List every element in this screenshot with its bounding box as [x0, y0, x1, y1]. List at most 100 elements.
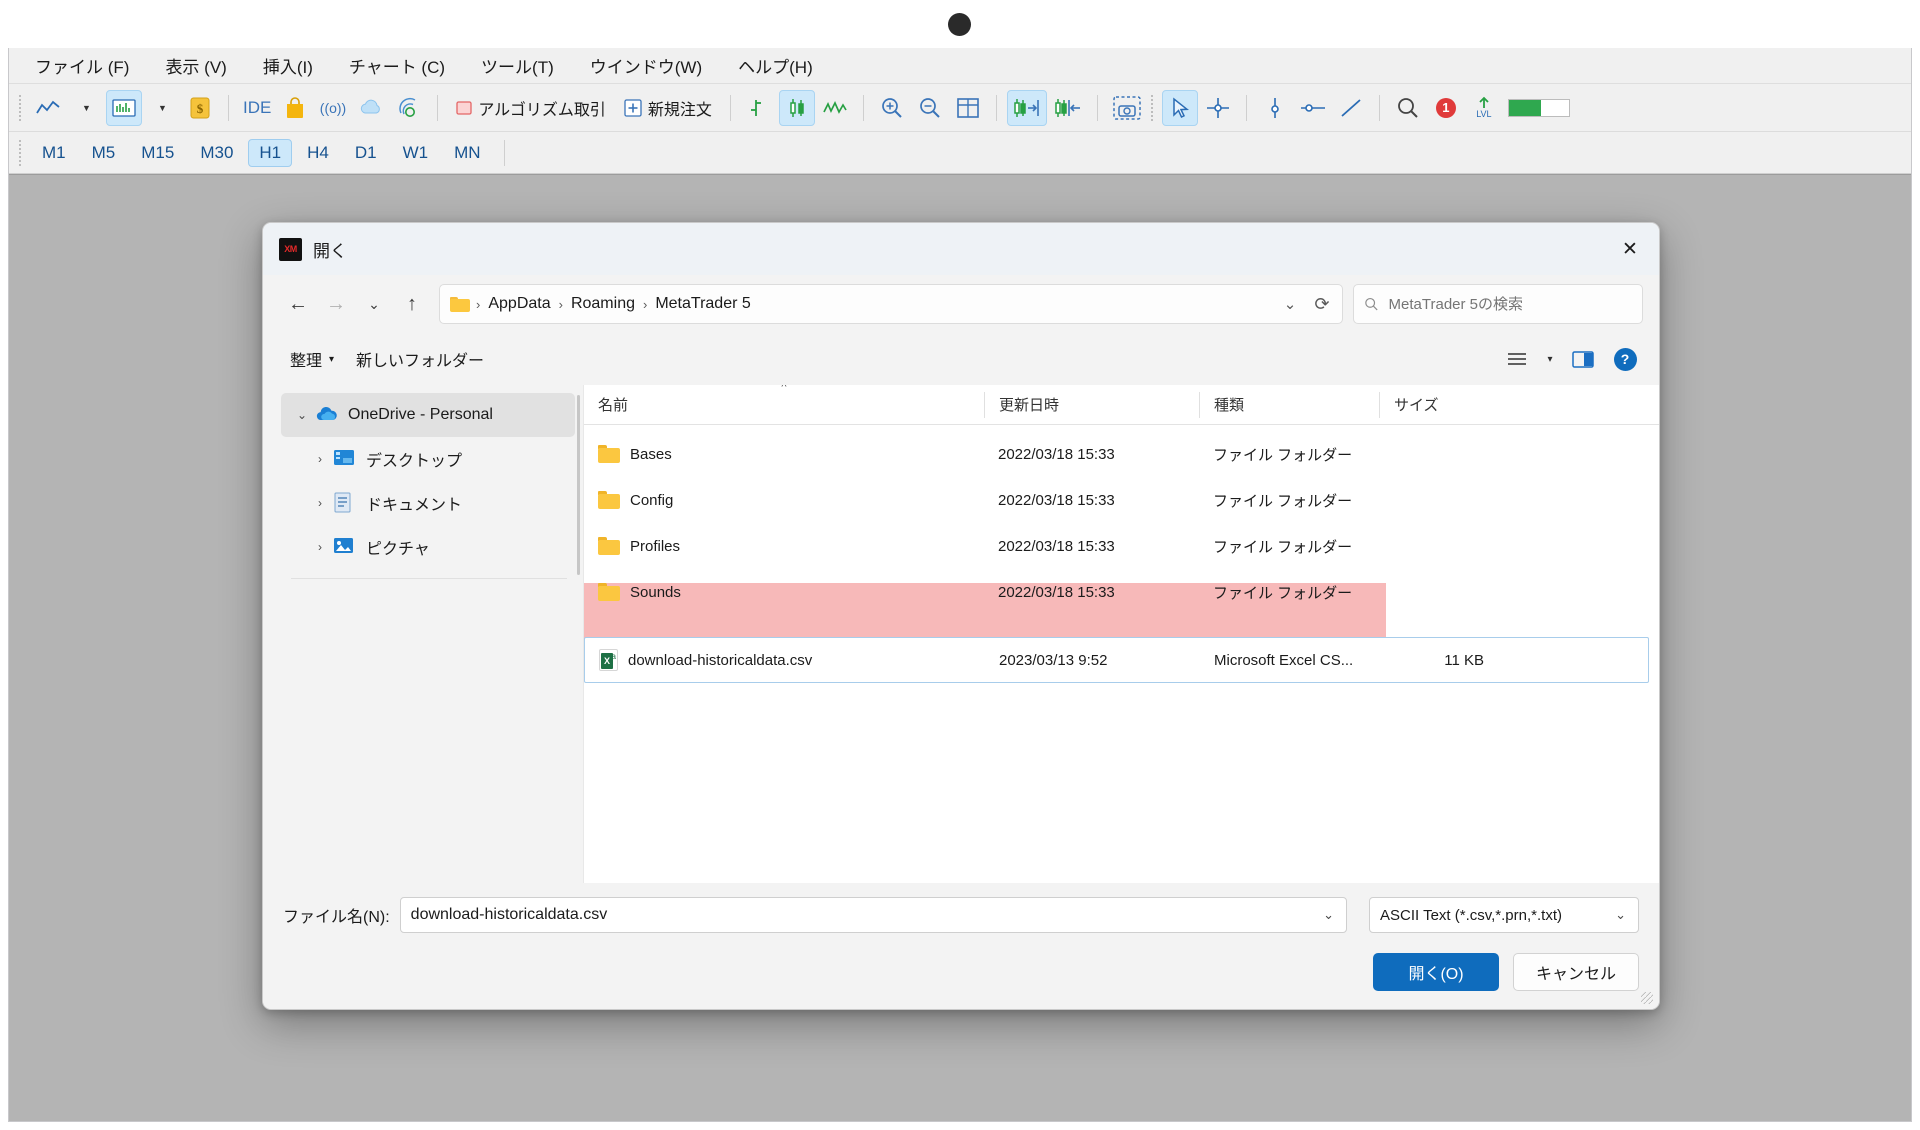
- address-bar[interactable]: › AppData › Roaming › MetaTrader 5 ⌄ ⟳: [439, 284, 1343, 324]
- indicators-button[interactable]: [106, 89, 142, 126]
- breadcrumb-appdata[interactable]: AppData: [482, 291, 556, 317]
- filename-input[interactable]: [410, 906, 1318, 924]
- level-meter-icon[interactable]: LVL: [1466, 90, 1502, 126]
- vertical-line-icon[interactable]: [1257, 90, 1293, 126]
- line-chart-button[interactable]: [30, 90, 66, 126]
- market-bag-icon[interactable]: [277, 90, 313, 126]
- column-header-size[interactable]: サイズ: [1379, 391, 1501, 418]
- breadcrumb-metatrader5[interactable]: MetaTrader 5: [649, 291, 756, 317]
- menu-tools[interactable]: ツール(T): [469, 50, 566, 81]
- crosshair-icon[interactable]: [1200, 90, 1236, 126]
- menu-insert[interactable]: 挿入(I): [251, 50, 325, 81]
- table-row[interactable]: Config 2022/03/18 15:33 ファイル フォルダー: [584, 477, 1659, 523]
- up-icon[interactable]: ↑: [393, 285, 431, 323]
- timeframe-m5[interactable]: M5: [81, 139, 127, 167]
- column-header-date[interactable]: 更新日時: [984, 391, 1199, 418]
- chevron-down-icon[interactable]: ⌄: [1274, 288, 1306, 320]
- preview-pane-icon[interactable]: [1565, 342, 1601, 376]
- vps-cloud-icon[interactable]: [353, 90, 389, 126]
- chart-shift-icon[interactable]: [1049, 90, 1087, 126]
- chevron-down-icon[interactable]: ⌄: [1317, 907, 1340, 923]
- chevron-right-icon[interactable]: ›: [307, 496, 333, 510]
- column-header-type[interactable]: 種類: [1199, 391, 1379, 418]
- breadcrumb-roaming[interactable]: Roaming: [565, 291, 641, 317]
- file-list-pane: ^ 名前 更新日時 種類 サイズ Bases 2022/03/18 15:33 …: [583, 385, 1659, 883]
- dollar-button[interactable]: $: [182, 90, 218, 126]
- file-name-cell: Profiles: [584, 537, 984, 555]
- view-caret-icon[interactable]: ▾: [1541, 342, 1559, 376]
- organize-button[interactable]: 整理 ▾: [279, 340, 345, 378]
- filename-field[interactable]: ⌄: [399, 897, 1347, 933]
- sidebar-item-documents[interactable]: › ドキュメント: [281, 481, 575, 525]
- timeframe-w1[interactable]: W1: [392, 139, 440, 167]
- timeframe-m15[interactable]: M15: [130, 139, 185, 167]
- table-row-selected[interactable]: Xa download-historicaldata.csv 2023/03/1…: [584, 637, 1649, 683]
- tile-windows-icon[interactable]: [950, 90, 986, 126]
- column-header-label: 種類: [1214, 397, 1245, 414]
- ide-button[interactable]: IDE: [239, 90, 275, 126]
- zoom-in-icon[interactable]: [874, 90, 910, 126]
- algo-trading-button[interactable]: アルゴリズム取引: [448, 90, 614, 126]
- indicator-dropdown-icon[interactable]: ▼: [144, 90, 180, 126]
- column-header-name[interactable]: ^ 名前: [584, 385, 984, 418]
- auto-scroll-icon[interactable]: [1006, 89, 1047, 126]
- search-input[interactable]: [1388, 295, 1632, 313]
- chevron-down-icon[interactable]: ⌄: [289, 408, 315, 422]
- toolbar-separator-2: [437, 94, 439, 121]
- menu-view[interactable]: 表示 (V): [153, 50, 238, 81]
- bar-chart-icon[interactable]: [741, 90, 777, 126]
- table-row[interactable]: Bases 2022/03/18 15:33 ファイル フォルダー: [584, 431, 1659, 477]
- menu-window[interactable]: ウインドウ(W): [578, 50, 714, 81]
- close-icon[interactable]: ✕: [1601, 223, 1659, 275]
- cursor-arrow-icon[interactable]: [1161, 89, 1198, 126]
- back-icon[interactable]: ←: [279, 285, 317, 323]
- horizontal-line-icon[interactable]: [1295, 90, 1331, 126]
- sidebar-item-onedrive[interactable]: ⌄ OneDrive - Personal: [281, 393, 575, 437]
- radar-icon[interactable]: [391, 90, 427, 126]
- table-row[interactable]: Profiles 2022/03/18 15:33 ファイル フォルダー: [584, 523, 1659, 569]
- toolbar-separator-6: [1096, 94, 1098, 121]
- filetype-select[interactable]: ASCII Text (*.csv,*.prn,*.txt) ⌄: [1369, 897, 1639, 933]
- cancel-button[interactable]: キャンセル: [1513, 953, 1639, 991]
- view-list-icon[interactable]: [1499, 342, 1535, 376]
- timeframe-h4[interactable]: H4: [296, 139, 340, 167]
- sidebar-item-pictures[interactable]: › ピクチャ: [281, 525, 575, 569]
- sidebar-item-desktop[interactable]: › デスクトップ: [281, 437, 575, 481]
- trendline-icon[interactable]: [1333, 90, 1369, 126]
- timeframe-mn[interactable]: MN: [443, 139, 491, 167]
- dialog-title-bar[interactable]: XM 開く ✕: [263, 223, 1659, 275]
- alerts-badge-icon[interactable]: 1: [1428, 90, 1464, 126]
- toolbar-grip[interactable]: [17, 92, 24, 123]
- search-icon[interactable]: [1390, 90, 1426, 126]
- new-order-button[interactable]: 新規注文: [616, 90, 720, 126]
- line-mode-icon[interactable]: [817, 90, 853, 126]
- recent-locations-icon[interactable]: ⌄: [355, 285, 393, 323]
- table-row[interactable]: Sounds 2022/03/18 15:33 ファイル フォルダー: [584, 569, 1659, 615]
- signals-icon[interactable]: ((o)): [315, 90, 351, 126]
- chevron-right-icon[interactable]: ›: [307, 452, 333, 466]
- crumb-separator-2: ›: [642, 296, 648, 312]
- chevron-down-icon[interactable]: ⌄: [1609, 907, 1632, 923]
- candlestick-chart-icon[interactable]: [778, 89, 815, 126]
- zoom-out-icon[interactable]: [912, 90, 948, 126]
- menu-help[interactable]: ヘルプ(H): [726, 50, 825, 81]
- chart-type-dropdown-icon[interactable]: ▼: [68, 90, 104, 126]
- new-folder-button[interactable]: 新しいフォルダー: [345, 340, 495, 378]
- resize-grip-icon[interactable]: [1641, 992, 1653, 1004]
- sidebar-scrollbar[interactable]: [577, 395, 580, 575]
- menu-file[interactable]: ファイル (F): [23, 50, 141, 81]
- search-box[interactable]: [1353, 284, 1643, 324]
- forward-icon[interactable]: →: [317, 285, 355, 323]
- timeframe-h1[interactable]: H1: [248, 138, 293, 167]
- chevron-right-icon[interactable]: ›: [307, 540, 333, 554]
- refresh-icon[interactable]: ⟳: [1306, 288, 1338, 320]
- help-button[interactable]: ?: [1607, 342, 1643, 376]
- screenshot-icon[interactable]: [1108, 90, 1146, 126]
- toolbar-grip-2[interactable]: [1148, 92, 1156, 123]
- timeframe-m1[interactable]: M1: [31, 139, 77, 167]
- period-grip[interactable]: [17, 137, 24, 168]
- menu-chart[interactable]: チャート (C): [337, 50, 457, 81]
- timeframe-d1[interactable]: D1: [344, 139, 388, 167]
- timeframe-m30[interactable]: M30: [189, 139, 244, 167]
- open-button[interactable]: 開く(O): [1373, 953, 1499, 991]
